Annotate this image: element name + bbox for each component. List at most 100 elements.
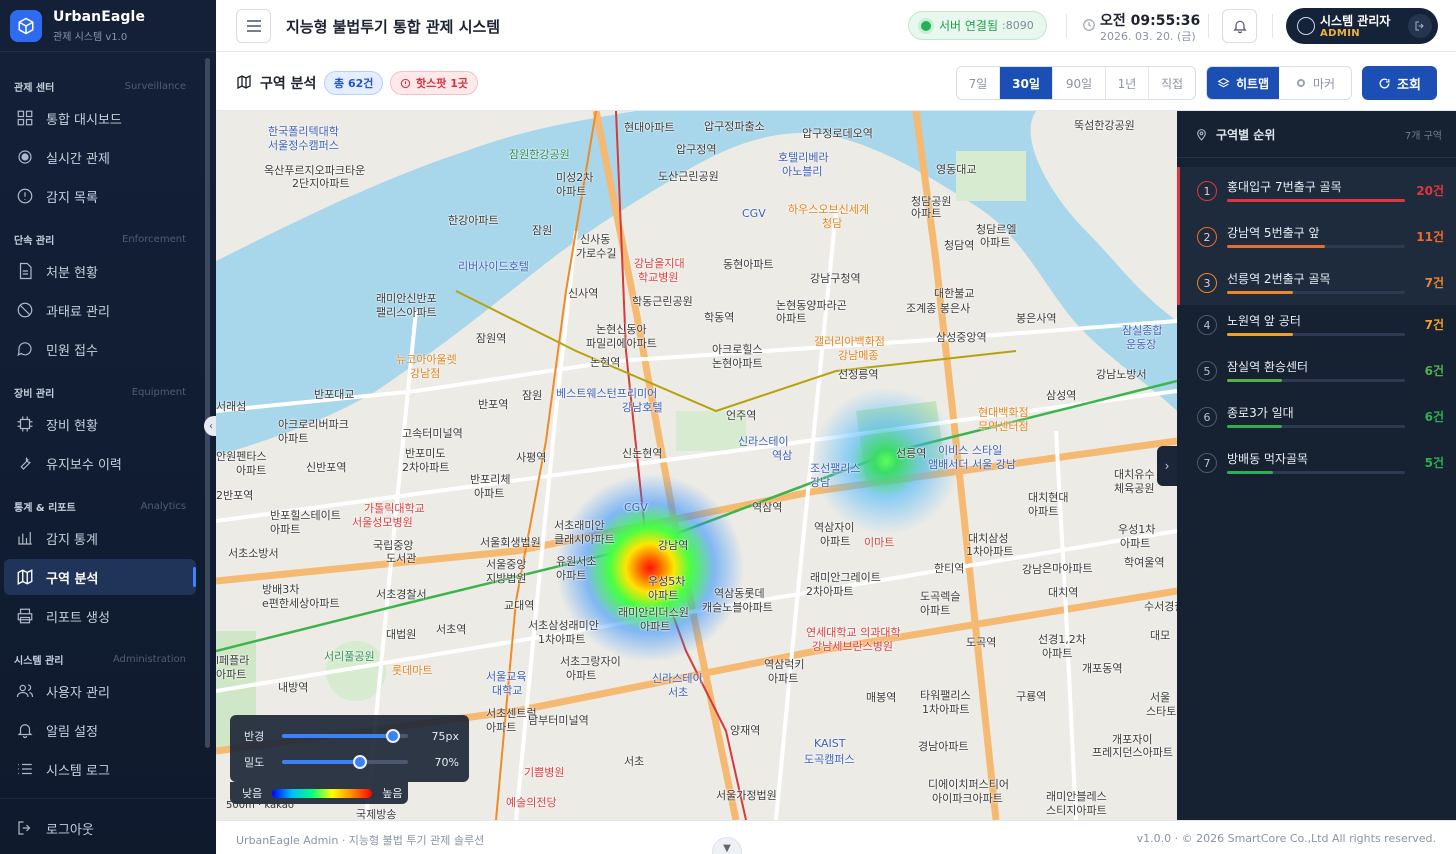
map-place-label: 운동장	[1126, 338, 1157, 351]
user-logout-button[interactable]	[1408, 14, 1432, 38]
sidebar-item-users[interactable]: 사용자 관리	[4, 673, 196, 709]
map-place-label: 아파트	[640, 620, 671, 633]
map-place-label: 아파트	[270, 523, 301, 536]
layers-icon	[1217, 77, 1230, 87]
zone-count: 20건	[1416, 184, 1444, 198]
ranking-item[interactable]: 3 선릉역 2번출구 골목 7건	[1177, 259, 1456, 305]
ranking-item[interactable]: 2 강남역 5번출구 앞 11건	[1177, 213, 1456, 259]
radius-slider[interactable]	[282, 729, 408, 743]
map-place-label: 이마트	[864, 536, 895, 549]
sidebar-item-reports[interactable]: 리포트 생성	[4, 598, 196, 634]
sidebar-item-maintenance[interactable]: 유지보수 이력	[4, 445, 196, 481]
zone-count-bar-fill	[1227, 471, 1274, 474]
ranking-item[interactable]: 7 방배동 먹자골목 5건	[1177, 439, 1456, 485]
map-place-label: 삼성역	[1046, 389, 1077, 402]
sidebar-item-logs[interactable]: 시스템 로그	[4, 751, 196, 787]
density-slider-handle[interactable]	[353, 755, 368, 769]
map-place-label: CGV	[624, 501, 648, 514]
map-place-label: 서초	[624, 755, 645, 768]
map-place-label: 잠원	[522, 389, 543, 402]
map-place-label: 지방법원	[486, 572, 527, 585]
ranking-item[interactable]: 1 홍대입구 7번출구 골목 20건	[1177, 167, 1456, 213]
sidebar-item-fines[interactable]: 과태료 관리	[4, 292, 196, 328]
sidebar-item-detections[interactable]: 감지 목록	[4, 178, 196, 214]
map-place-label: 뚝섬한강공원	[1074, 119, 1135, 132]
chevron-right-icon: ›	[1164, 459, 1170, 473]
refresh-icon	[1379, 78, 1390, 88]
logout-icon	[1415, 21, 1424, 31]
sidebar-item-complaints[interactable]: 민원 접수	[4, 331, 196, 367]
server-status-badge: 서버 연결됨 :8090	[908, 11, 1047, 40]
density-label: 밀도	[244, 756, 265, 769]
nav-section-subtitle: Equipment	[131, 386, 186, 398]
footer-right: v1.0.0 · © 2026 SmartCore Co.,Ltd All ri…	[1136, 832, 1436, 845]
ranking-header: 구역별 순위 7개 구역	[1177, 111, 1456, 158]
map-place-label: 아파트	[1042, 647, 1073, 660]
nav-section-title: 단속 관리	[14, 235, 55, 247]
view-marker-button[interactable]: 마커	[1279, 67, 1351, 99]
sidebar-divider	[0, 798, 216, 799]
ranking-item[interactable]: 4 노원역 앞 공터 7건	[1177, 301, 1456, 347]
sidebar-item-dashboard[interactable]: 통합 대시보드	[4, 100, 196, 136]
user-menu[interactable]: 시스템 관리자 ADMIN	[1286, 8, 1438, 44]
logout-button[interactable]: 로그아웃	[4, 810, 204, 846]
sidebar-item-label: 리포트 생성	[46, 610, 110, 626]
sidebar-scrollbar[interactable]	[205, 58, 210, 748]
brand-subtitle: 관제 시스템 v1.0	[53, 31, 128, 43]
period-90d[interactable]: 90일	[1053, 67, 1106, 99]
map-place-label: 사평역	[516, 451, 547, 464]
period-custom[interactable]: 직접	[1149, 67, 1195, 99]
period-1y[interactable]: 1년	[1106, 67, 1149, 99]
map-place-label: 아이파크아파트	[932, 792, 1003, 805]
ranking-item[interactable]: 5 잠실역 환승센터 6건	[1177, 347, 1456, 393]
notification-button[interactable]	[1222, 9, 1257, 43]
query-button[interactable]: 조회	[1362, 66, 1437, 100]
map-place-label: 서초소방서	[228, 547, 279, 560]
map-place-label: 강남역	[658, 539, 689, 552]
zone-map[interactable]: 한국폴리텍대학 서울정수캠퍼스 잠원한강공원 현대아파트 압구정파출소 압구정로…	[216, 111, 1177, 820]
view-heatmap-button[interactable]: 히트맵	[1207, 67, 1279, 99]
zone-count-bar-fill	[1227, 379, 1283, 382]
map-place-label: 청담역	[944, 239, 975, 252]
hotspot-badge-text: 핫스팟 1곳	[416, 77, 468, 90]
topbar: 지능형 불법투기 통합 관제 시스템 서버 연결됨 :8090 오전 09:55…	[216, 0, 1456, 52]
sidebar-item-equipment[interactable]: 장비 현황	[4, 406, 196, 442]
map-place-label: 학동근린공원	[632, 295, 693, 308]
grid-icon	[17, 110, 33, 126]
menu-button[interactable]	[236, 9, 271, 43]
radius-slider-handle[interactable]	[385, 729, 400, 743]
map-place-label: 신반포역	[306, 461, 347, 474]
map-place-label: 도산근린공원	[658, 170, 719, 183]
map-place-label: 봉은사역	[1016, 312, 1057, 325]
logout-label: 로그아웃	[46, 822, 94, 838]
map-place-label: 강남노방서	[1096, 368, 1147, 381]
map-place-label: 강남	[810, 476, 831, 489]
period-30d[interactable]: 30일	[1000, 67, 1053, 99]
period-7d[interactable]: 7일	[957, 67, 1000, 99]
sidebar-item-disposition[interactable]: 처분 현황	[4, 253, 196, 289]
zone-count-bar	[1227, 199, 1405, 202]
ranking-item[interactable]: 6 종로3가 일대 6건	[1177, 393, 1456, 439]
map-place-label: 1차아파트	[922, 703, 970, 716]
brand[interactable]: UrbanEagle 관제 시스템 v1.0	[0, 0, 216, 52]
sidebar-item-statistics[interactable]: 감지 통계	[4, 520, 196, 556]
sidebar-item-realtime[interactable]: 실시간 관제	[4, 139, 196, 175]
map-place-label: 아파트	[566, 669, 597, 682]
map-place-label: 롯데마트	[392, 664, 433, 677]
map-place-label: 대법원	[386, 628, 417, 641]
map-place-label: 고속터미널역	[402, 427, 463, 440]
zone-count: 5건	[1424, 456, 1444, 470]
rank-number: 2	[1197, 227, 1217, 247]
panel-toggle-button[interactable]: ›	[1157, 446, 1177, 486]
map-place-label: 강남	[1022, 563, 1043, 576]
list-icon	[18, 763, 32, 775]
footer-expand-button[interactable]: ▼	[712, 837, 742, 854]
sidebar-item-zone-analysis[interactable]: 구역 분석	[4, 559, 196, 595]
sidebar-item-notifications[interactable]: 알림 설정	[4, 712, 196, 748]
density-slider[interactable]	[282, 755, 408, 769]
map-place-label: 파밀리에아파트	[586, 337, 657, 350]
view-marker-label: 마커	[1312, 76, 1336, 91]
map-place-label: 캐슬노블아파트	[702, 601, 773, 614]
map-icon	[17, 569, 33, 585]
sidebar-scroll-thumb[interactable]	[205, 58, 210, 748]
